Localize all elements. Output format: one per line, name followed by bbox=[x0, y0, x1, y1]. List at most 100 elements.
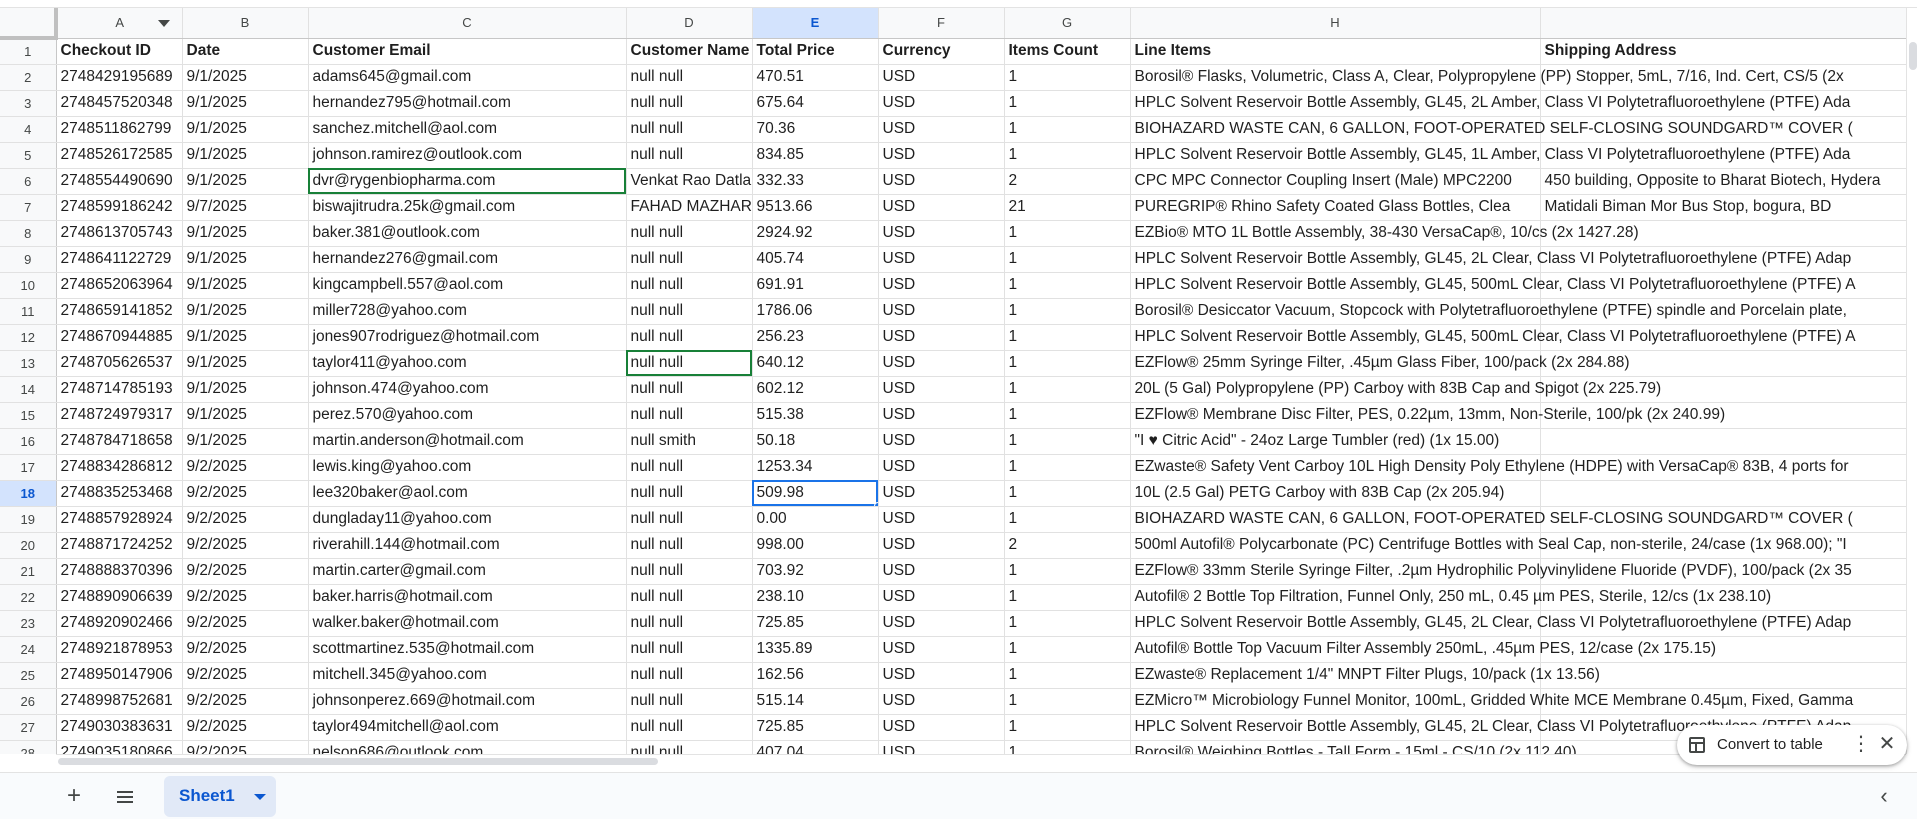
cell[interactable]: USD bbox=[878, 324, 1005, 351]
sheet-tab-sheet1[interactable]: Sheet1 bbox=[164, 776, 276, 817]
cell[interactable]: 9/2/2025 bbox=[182, 584, 309, 611]
cell[interactable]: 9/2/2025 bbox=[182, 610, 309, 637]
cell[interactable]: USD bbox=[878, 272, 1005, 299]
cell[interactable]: 70.36 bbox=[752, 116, 879, 143]
cell[interactable]: 2748890906639 bbox=[56, 584, 183, 611]
cell[interactable]: null null bbox=[626, 454, 753, 481]
column-header-1[interactable]: A bbox=[56, 8, 183, 39]
column-header-7[interactable]: G bbox=[1004, 8, 1131, 39]
cell[interactable]: 1 bbox=[1004, 402, 1131, 429]
cell[interactable]: 2924.92 bbox=[752, 220, 879, 247]
cell[interactable]: 515.14 bbox=[752, 688, 879, 715]
all-sheets-button[interactable] bbox=[113, 785, 137, 809]
cell[interactable]: Autofil® Bottle Top Vacuum Filter Assemb… bbox=[1130, 636, 1716, 663]
cell[interactable]: 1 bbox=[1004, 142, 1131, 169]
cell[interactable]: EZFlow® 25mm Syringe Filter, .45µm Glass… bbox=[1130, 350, 1630, 377]
row-number[interactable]: 20 bbox=[0, 532, 57, 559]
cell[interactable]: 9/1/2025 bbox=[182, 168, 309, 195]
cell[interactable]: USD bbox=[878, 688, 1005, 715]
cell[interactable]: 9/7/2025 bbox=[182, 194, 309, 221]
cell[interactable]: 2748554490690 bbox=[56, 168, 183, 195]
cell[interactable]: 9/1/2025 bbox=[182, 220, 309, 247]
cell[interactable]: 602.12 bbox=[752, 376, 879, 403]
cell[interactable]: dvr@rygenbiopharma.com bbox=[308, 168, 627, 195]
cell[interactable]: USD bbox=[878, 558, 1005, 585]
row-number[interactable]: 26 bbox=[0, 688, 57, 715]
cell[interactable]: EZwaste® Replacement 1/4" MNPT Filter Pl… bbox=[1130, 662, 1600, 689]
cell[interactable]: 9/1/2025 bbox=[182, 402, 309, 429]
cell[interactable]: baker.harris@hotmail.com bbox=[308, 584, 627, 611]
cell[interactable]: 2748784718658 bbox=[56, 428, 183, 455]
cell[interactable]: null null bbox=[626, 246, 753, 273]
cell[interactable]: 2749030383631 bbox=[56, 714, 183, 741]
cell[interactable]: 1 bbox=[1004, 272, 1131, 299]
cell[interactable]: 470.51 bbox=[752, 64, 879, 91]
cell[interactable]: Matidali Biman Mor Bus Stop, bogura, BD bbox=[1540, 194, 1906, 221]
horizontal-scroll-thumb[interactable] bbox=[58, 758, 658, 765]
cell[interactable]: 9/1/2025 bbox=[182, 350, 309, 377]
cell[interactable]: FAHAD MAZHAR bbox=[626, 194, 753, 221]
cell[interactable]: 10L (2.5 Gal) PETG Carboy with 83B Cap (… bbox=[1130, 480, 1541, 507]
cell[interactable]: 162.56 bbox=[752, 662, 879, 689]
cell[interactable]: null null bbox=[626, 714, 753, 741]
cell[interactable]: Borosil® Flasks, Volumetric, Class A, Cl… bbox=[1130, 64, 1844, 91]
cell[interactable]: HPLC Solvent Reservoir Bottle Assembly, … bbox=[1130, 610, 1851, 637]
cell[interactable]: null null bbox=[626, 584, 753, 611]
filter-dropdown-icon[interactable] bbox=[157, 20, 170, 27]
cell[interactable]: null null bbox=[626, 506, 753, 533]
cell[interactable]: USD bbox=[878, 350, 1005, 377]
row-number[interactable]: 27 bbox=[0, 714, 57, 741]
cell[interactable]: USD bbox=[878, 714, 1005, 741]
cell[interactable]: 9/1/2025 bbox=[182, 428, 309, 455]
cell[interactable]: 1 bbox=[1004, 740, 1131, 754]
row-number[interactable]: 21 bbox=[0, 558, 57, 585]
cell[interactable]: USD bbox=[878, 142, 1005, 169]
row-number[interactable]: 22 bbox=[0, 584, 57, 611]
horizontal-scrollbar[interactable] bbox=[56, 754, 1906, 766]
cell[interactable]: 9/1/2025 bbox=[182, 116, 309, 143]
spreadsheet-grid[interactable]: ABCDEFGH 1 Checkout ID Date Customer Email C… bbox=[0, 8, 1906, 754]
cell[interactable]: 450 building, Opposite to Bharat Biotech… bbox=[1540, 168, 1906, 195]
row-number[interactable]: 19 bbox=[0, 506, 57, 533]
row-number[interactable]: 16 bbox=[0, 428, 57, 455]
cell[interactable]: 998.00 bbox=[752, 532, 879, 559]
cell[interactable]: 1 bbox=[1004, 64, 1131, 91]
cell[interactable]: 1 bbox=[1004, 90, 1131, 117]
cell[interactable]: "I ♥ Citric Acid" - 24oz Large Tumbler (… bbox=[1130, 428, 1541, 455]
cell[interactable]: 2748670944885 bbox=[56, 324, 183, 351]
cell[interactable]: 1 bbox=[1004, 246, 1131, 273]
cell[interactable]: 2748857928924 bbox=[56, 506, 183, 533]
more-options-icon[interactable]: ⋮ bbox=[1851, 733, 1871, 755]
row-number[interactable]: 11 bbox=[0, 298, 57, 325]
vertical-scrollbar[interactable] bbox=[1906, 8, 1917, 754]
column-header-3[interactable]: C bbox=[308, 8, 627, 39]
row-number[interactable]: 18 bbox=[0, 480, 57, 507]
cell[interactable]: 2749035180866 bbox=[56, 740, 183, 754]
cell[interactable]: 725.85 bbox=[752, 610, 879, 637]
cell[interactable]: USD bbox=[878, 428, 1005, 455]
cell[interactable]: taylor494mitchell@aol.com bbox=[308, 714, 627, 741]
cell[interactable]: Borosil® Desiccator Vacuum, Stopcock wit… bbox=[1130, 298, 1847, 325]
cell[interactable]: 2748835253468 bbox=[56, 480, 183, 507]
cell[interactable]: USD bbox=[878, 376, 1005, 403]
cell[interactable]: HPLC Solvent Reservoir Bottle Assembly, … bbox=[1130, 714, 1851, 741]
column-header-9[interactable] bbox=[1540, 8, 1906, 39]
cell[interactable]: EZwaste® Safety Vent Carboy 10L High Den… bbox=[1130, 454, 1849, 481]
row-number[interactable]: 4 bbox=[0, 116, 57, 143]
cell[interactable]: 2748457520348 bbox=[56, 90, 183, 117]
cell[interactable]: EZFlow® 33mm Sterile Syringe Filter, .2µ… bbox=[1130, 558, 1852, 585]
cell[interactable]: 0.00 bbox=[752, 506, 879, 533]
row-number[interactable]: 17 bbox=[0, 454, 57, 481]
column-header-5[interactable]: E bbox=[752, 8, 879, 39]
cell[interactable]: USD bbox=[878, 402, 1005, 429]
cell[interactable]: 2 bbox=[1004, 168, 1131, 195]
cell[interactable]: 256.23 bbox=[752, 324, 879, 351]
row-number[interactable]: 8 bbox=[0, 220, 57, 247]
cell[interactable]: sanchez.mitchell@aol.com bbox=[308, 116, 627, 143]
cell[interactable]: 1 bbox=[1004, 350, 1131, 377]
cell[interactable]: null null bbox=[626, 64, 753, 91]
cell[interactable]: 1 bbox=[1004, 454, 1131, 481]
cell[interactable]: USD bbox=[878, 610, 1005, 637]
cell[interactable]: USD bbox=[878, 740, 1005, 754]
cell[interactable]: null null bbox=[626, 376, 753, 403]
